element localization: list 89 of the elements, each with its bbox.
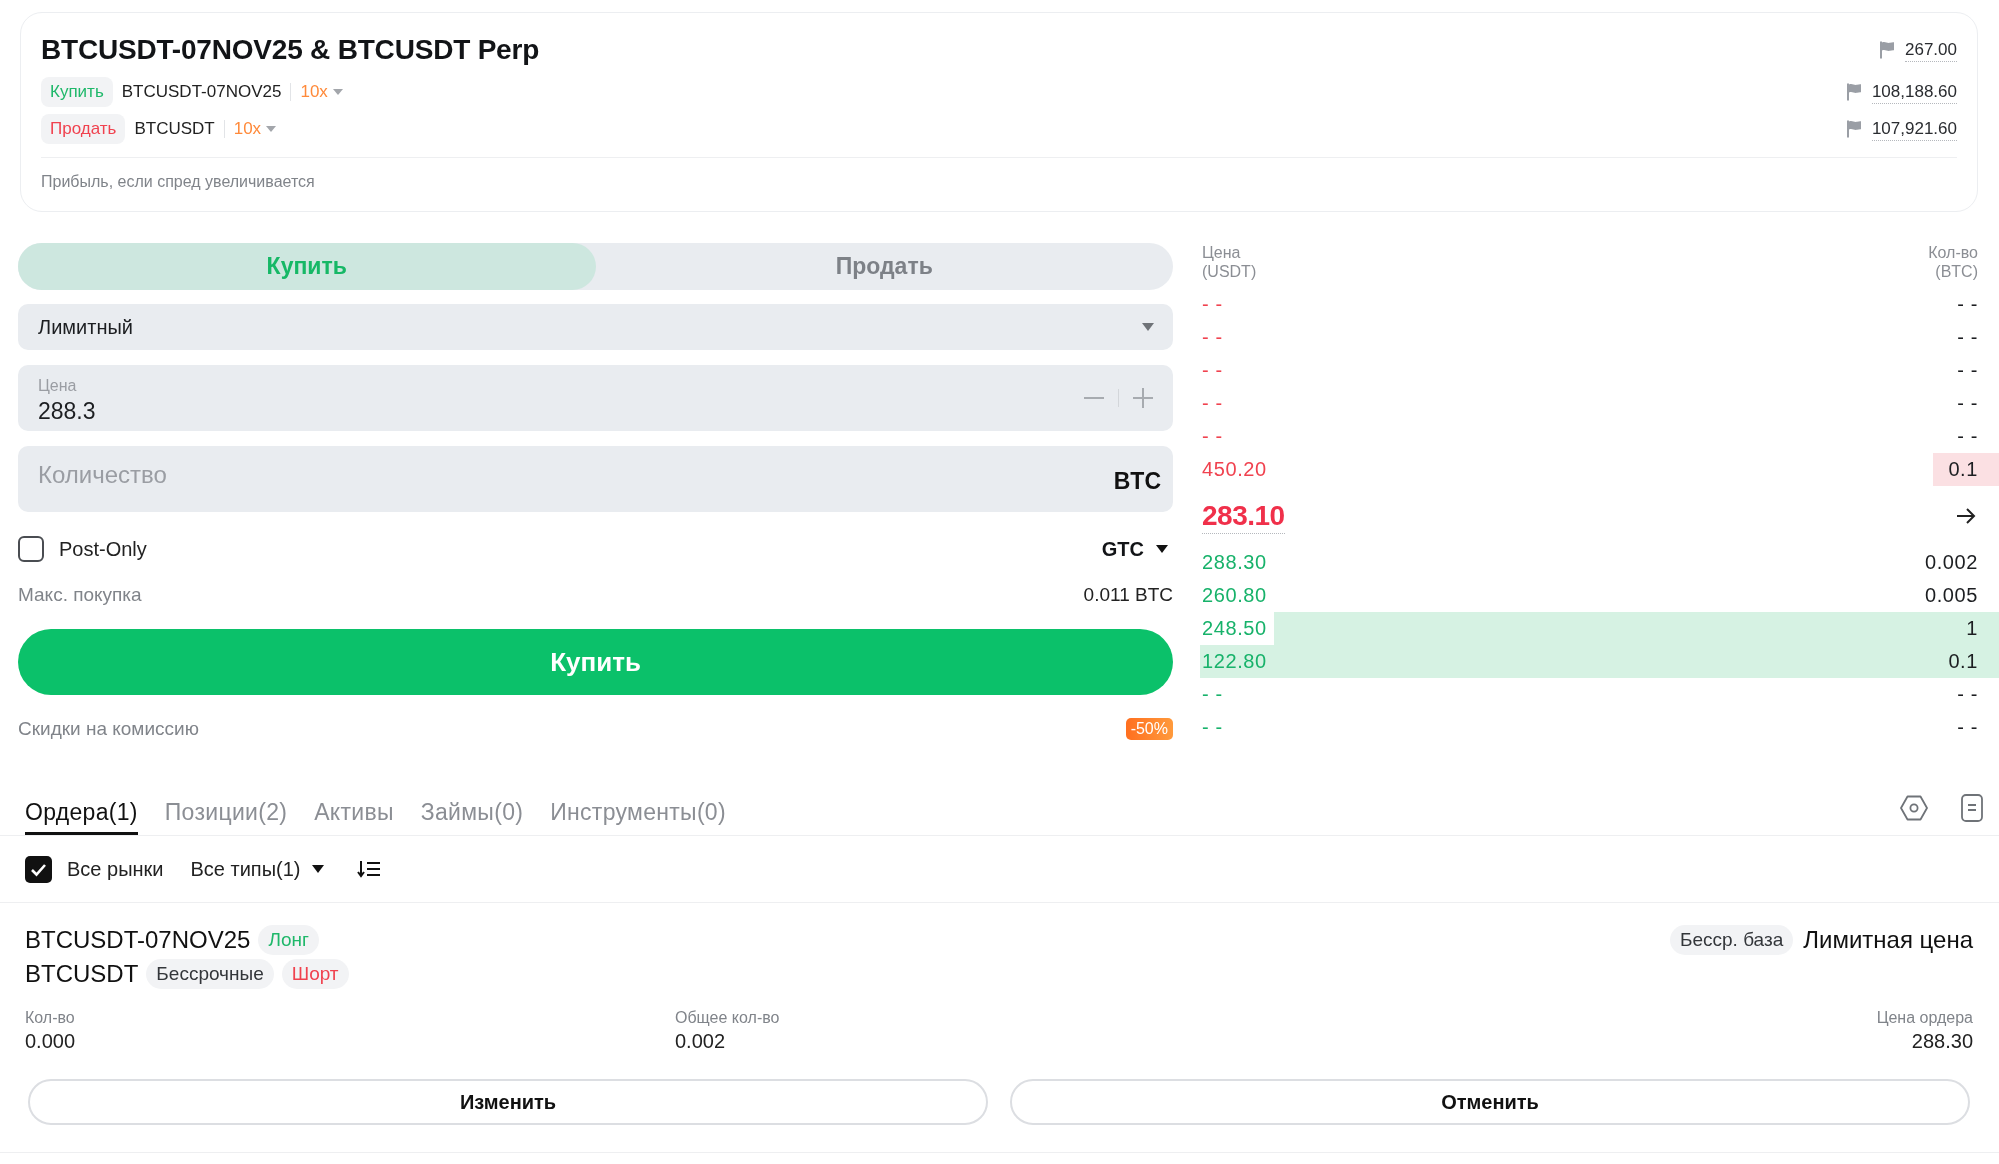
- bid-price: 248.50: [1202, 617, 1267, 640]
- field-label: Кол-во: [25, 1008, 75, 1028]
- symbol-label: BTCUSDT-07NOV25: [121, 82, 282, 102]
- ask-quantity: - -: [1957, 425, 1978, 448]
- order-tag: Бесср. база: [1670, 925, 1794, 955]
- leverage-dropdown[interactable]: 10x: [233, 119, 277, 139]
- unit-label: BTC: [1113, 467, 1161, 495]
- bid-price: 260.80: [1202, 584, 1267, 607]
- checkbox[interactable]: [18, 536, 44, 562]
- max-buy-label: Макс. покупка: [18, 584, 142, 606]
- order-symbol: BTCUSDT: [25, 960, 139, 988]
- ask-price: - -: [1202, 392, 1223, 415]
- ask-quantity: - -: [1957, 359, 1978, 382]
- ask-price: - -: [1202, 326, 1223, 349]
- buy-button[interactable]: Купить: [18, 629, 1173, 695]
- panel-tab[interactable]: Позиции(2): [164, 779, 288, 835]
- flag-icon: [1845, 120, 1862, 138]
- panel-tab[interactable]: Ордера(1): [25, 779, 138, 835]
- ask-quantity: - -: [1957, 392, 1978, 415]
- ask-quantity: 0.1: [1948, 458, 1978, 481]
- side-badge: Купить: [41, 77, 113, 107]
- column-unit: (BTC): [1935, 262, 1978, 281]
- discount-badge: -50%: [1125, 718, 1173, 740]
- fee-discount-label: Скидки на комиссию: [18, 718, 199, 740]
- field-value: 288.30: [1911, 1029, 1973, 1053]
- field-value: 0.002: [675, 1029, 726, 1053]
- price-value: 108,188.60: [1871, 80, 1957, 104]
- side-tab[interactable]: Купить: [18, 243, 596, 290]
- order-type-label: Лимитная цена: [1803, 926, 1973, 954]
- price-value: 107,921.60: [1871, 117, 1957, 141]
- time-in-force-dropdown[interactable]: GTC: [1101, 537, 1173, 561]
- document-icon[interactable]: [1961, 794, 1983, 822]
- field-label: Общее кол-во: [675, 1008, 780, 1028]
- order-type-dropdown[interactable]: Лимитный: [18, 304, 1173, 350]
- flag-icon: [1879, 41, 1895, 59]
- order-tag: Шорт: [281, 959, 349, 989]
- order-symbol: BTCUSDT-07NOV25: [25, 926, 251, 954]
- caret-icon: [266, 126, 277, 132]
- ask-quantity: - -: [1957, 293, 1978, 316]
- spread-title: BTCUSDT-07NOV25 & BTCUSDT Perp: [41, 34, 540, 66]
- column-title: Кол-во: [1928, 243, 1978, 262]
- checkbox-label: Все рынки: [67, 857, 164, 881]
- bid-quantity: - -: [1957, 683, 1978, 706]
- arrow-right-icon[interactable]: [1956, 507, 1976, 525]
- caret-icon: [1156, 545, 1168, 553]
- panel-tab[interactable]: Активы: [314, 779, 394, 835]
- bid-price: 122.80: [1202, 650, 1267, 673]
- bid-quantity: 0.1: [1948, 650, 1978, 673]
- caret-icon: [312, 865, 325, 873]
- sort-icon[interactable]: [357, 860, 382, 878]
- panel-tab[interactable]: Займы(0): [420, 779, 524, 835]
- order-action-button[interactable]: Отменить: [1010, 1079, 1970, 1125]
- caret-icon: [1142, 323, 1154, 331]
- order-action-button[interactable]: Изменить: [28, 1079, 988, 1125]
- leverage-dropdown[interactable]: 10x: [300, 82, 343, 102]
- ask-price: - -: [1202, 293, 1223, 316]
- checkbox-label: Post-Only: [59, 537, 147, 561]
- checkbox[interactable]: [25, 855, 52, 883]
- minus-icon: [1084, 397, 1104, 399]
- side-badge: Продать: [41, 114, 126, 144]
- price-value: 267.00: [1905, 38, 1957, 62]
- caret-icon: [332, 89, 343, 95]
- ask-price: - -: [1202, 359, 1223, 382]
- panel-tab[interactable]: Инструменты(0): [550, 779, 726, 835]
- spread-note: Прибыль, если спред увеличивается: [41, 172, 315, 192]
- symbol-label: BTCUSDT: [134, 119, 215, 139]
- bid-price: - -: [1202, 683, 1223, 706]
- bid-quantity: 0.002: [1924, 551, 1978, 574]
- max-buy-value: 0.011 BTC: [1083, 584, 1173, 606]
- ask-quantity: - -: [1957, 326, 1978, 349]
- field-label: Цена: [38, 376, 77, 396]
- flag-icon: [1845, 83, 1862, 101]
- settings-icon[interactable]: [1900, 795, 1928, 821]
- ask-price: - -: [1202, 425, 1223, 448]
- bid-quantity: - -: [1957, 716, 1978, 739]
- order-tag: Бессрочные: [146, 959, 274, 989]
- plus-icon: [1133, 388, 1153, 408]
- type-filter-dropdown[interactable]: Все типы(1): [190, 857, 325, 881]
- bid-quantity: 0.005: [1924, 584, 1978, 607]
- field-value: 0.000: [25, 1029, 76, 1053]
- order-tag: Лонг: [258, 925, 319, 955]
- field-label: Цена ордера: [1876, 1008, 1973, 1028]
- bid-price: 288.30: [1202, 551, 1267, 574]
- last-price: 283.10: [1202, 498, 1285, 534]
- column-title: Цена: [1202, 243, 1241, 262]
- bid-price: - -: [1202, 716, 1223, 739]
- bid-quantity: 1: [1966, 617, 1978, 640]
- column-unit: (USDT): [1202, 262, 1257, 281]
- ask-price: 450.20: [1202, 458, 1267, 481]
